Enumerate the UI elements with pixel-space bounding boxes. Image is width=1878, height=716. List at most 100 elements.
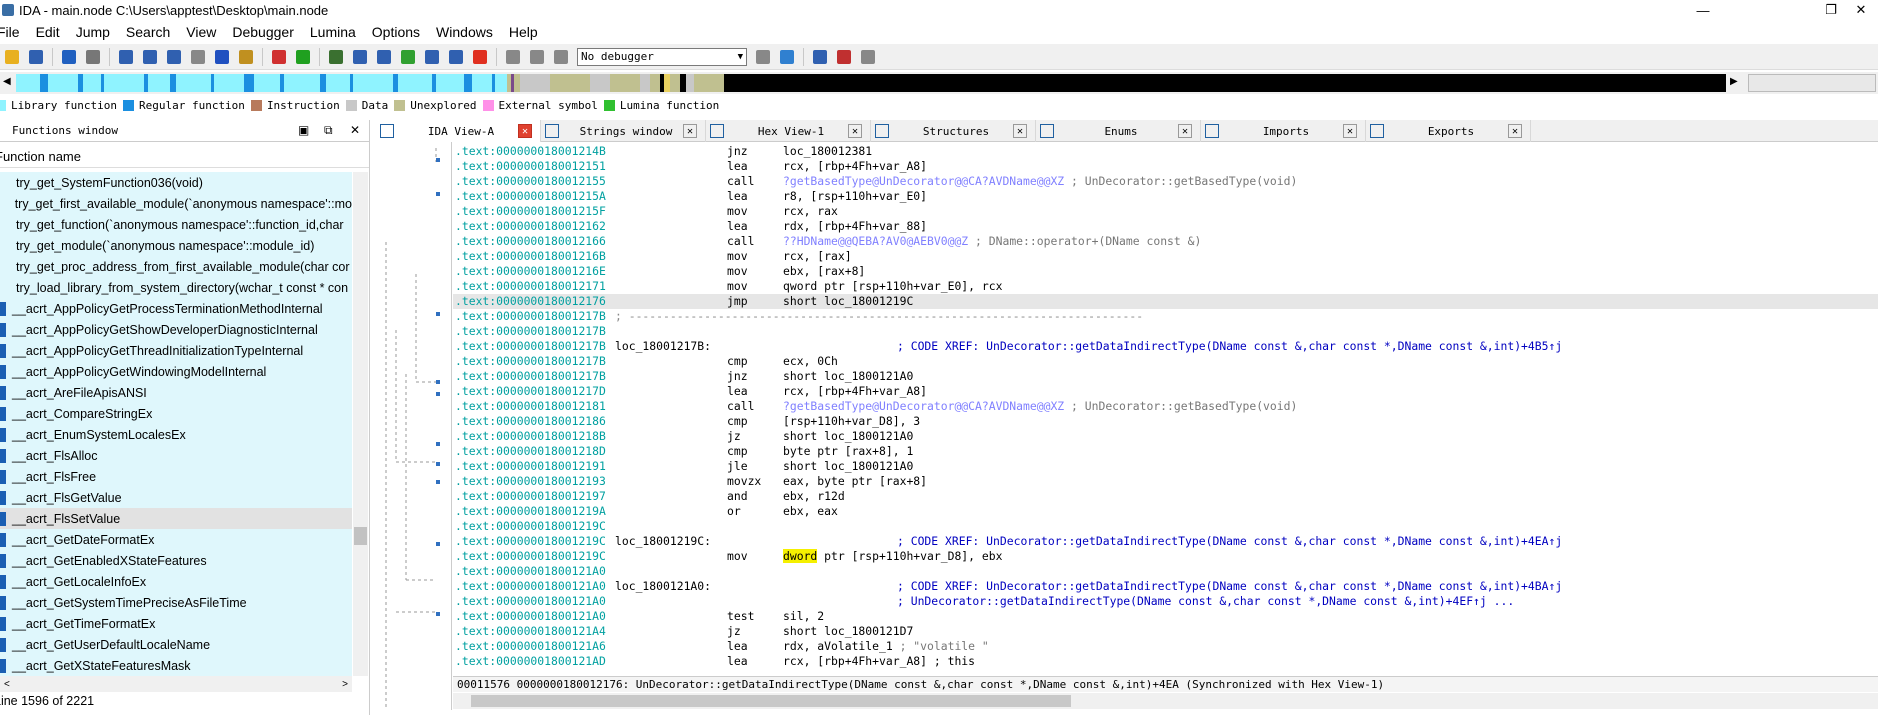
disasm-line[interactable]: .text:000000018001216B mov rcx, [rax] xyxy=(453,249,1878,264)
disasm-line[interactable]: .text:000000018001217D lea rcx, [rbp+4Fh+v… xyxy=(453,384,1878,399)
tab-close-icon[interactable]: ✕ xyxy=(1013,124,1027,138)
disasm-line[interactable]: .text:0000000180012191 jle short loc_18001… xyxy=(453,459,1878,474)
disasm-line[interactable]: .text:0000000180012162 lea rdx, [rbp+4Fh+v… xyxy=(453,219,1878,234)
stop2-icon[interactable] xyxy=(551,47,571,67)
functions-vscrollbar[interactable] xyxy=(353,172,368,676)
tracing-icon[interactable] xyxy=(834,47,854,67)
save-icon[interactable] xyxy=(26,47,46,67)
text-search-icon[interactable] xyxy=(140,47,160,67)
function-row[interactable]: try_get_proc_address_from_first_availabl… xyxy=(0,256,352,277)
disasm-line[interactable]: .text:000000018001219C xyxy=(453,519,1878,534)
function-row[interactable]: __acrt_CompareStringEx xyxy=(0,403,352,424)
disasm-line[interactable]: .text:0000000180012171 mov qword ptr [rsp+… xyxy=(453,279,1878,294)
disasm-line[interactable]: .text:0000000180012166 call ??HDName@@QEBA… xyxy=(453,234,1878,249)
disasm-line[interactable]: .text:000000018001217B ; ----------------… xyxy=(453,309,1878,324)
menu-help[interactable]: Help xyxy=(501,24,546,40)
edit-icon[interactable] xyxy=(236,47,256,67)
function-row[interactable]: __acrt_GetXStateFeaturesMask xyxy=(0,655,352,676)
function-row[interactable]: __acrt_AppPolicyGetShowDeveloperDiagnost… xyxy=(0,319,352,340)
disasm-line[interactable]: .text:0000000180012186 cmp [rsp+110h+var_D… xyxy=(453,414,1878,429)
menu-search[interactable]: Search xyxy=(118,24,178,40)
debugger-select[interactable]: No debugger ▼ xyxy=(577,47,747,66)
cross-icon[interactable] xyxy=(470,47,490,67)
disasm-line[interactable]: .text:00000001800121A0 ; UnDecorator::get… xyxy=(453,594,1878,609)
disasm-line[interactable]: .text:00000001800121A0 test sil, 2 xyxy=(453,609,1878,624)
function-row[interactable]: __acrt_FlsGetValue xyxy=(0,487,352,508)
functions-hscrollbar[interactable]: < > xyxy=(0,676,352,692)
disassembly-hscrollbar[interactable] xyxy=(453,693,1878,709)
disasm-line[interactable]: .text:0000000180012151 lea rcx, [rbp+4Fh+v… xyxy=(453,159,1878,174)
scroll-left-icon[interactable]: < xyxy=(4,679,10,690)
menu-jump[interactable]: Jump xyxy=(68,24,118,40)
disasm-line[interactable]: .text:000000018001215A lea r8, [rsp+110h+v… xyxy=(453,189,1878,204)
disasm-line[interactable]: .text:000000018001216E mov ebx, [rax+8] xyxy=(453,264,1878,279)
disasm-line[interactable]: .text:000000018001215F mov rcx, rax xyxy=(453,204,1878,219)
disasm-line[interactable]: .text:000000018001217B xyxy=(453,324,1878,339)
search-icon[interactable] xyxy=(164,47,184,67)
disasm-line[interactable]: .text:0000000180012197 and ebx, r12d xyxy=(453,489,1878,504)
tab-structures[interactable]: Structures ✕ xyxy=(871,120,1036,142)
minimize-button[interactable]: — xyxy=(1680,0,1726,20)
function-row[interactable]: try_get_SystemFunction036(void) xyxy=(0,172,352,193)
tree-icon[interactable] xyxy=(422,47,442,67)
pane-float-icon[interactable]: ⧉ xyxy=(324,123,333,138)
binary-search-icon[interactable] xyxy=(116,47,136,67)
disasm-line[interactable]: .text:00000001800121A0 xyxy=(453,564,1878,579)
function-row[interactable]: __acrt_FlsFree xyxy=(0,466,352,487)
navband-scroller[interactable] xyxy=(1748,74,1876,92)
function-row[interactable]: __acrt_GetUserDefaultLocaleName xyxy=(0,634,352,655)
menu-windows[interactable]: Windows xyxy=(428,24,501,40)
run-green-icon[interactable] xyxy=(293,47,313,67)
tab-exports[interactable]: Exports ✕ xyxy=(1366,120,1531,142)
function-row[interactable]: __acrt_GetDateFormatEx xyxy=(0,529,352,550)
menu-lumina[interactable]: Lumina xyxy=(302,24,364,40)
graph-icon[interactable] xyxy=(326,47,346,67)
function-row[interactable]: __acrt_AppPolicyGetWindowingModelInterna… xyxy=(0,361,352,382)
disasm-line[interactable]: .text:0000000180012176 jmp short loc_18001… xyxy=(453,294,1878,309)
tab-close-icon[interactable]: ✕ xyxy=(1508,124,1522,138)
disasm-line[interactable]: .text:000000018001219C mov dword ptr [rsp+… xyxy=(453,549,1878,564)
struct-icon[interactable] xyxy=(374,47,394,67)
down-arrow-icon[interactable] xyxy=(212,47,232,67)
disasm-line[interactable]: .text:000000018001217B jnz short loc_18001… xyxy=(453,369,1878,384)
function-row[interactable]: __acrt_AreFileApisANSI xyxy=(0,382,352,403)
function-row[interactable]: try_get_function(`anonymous namespace'::… xyxy=(0,214,352,235)
pause-icon[interactable] xyxy=(527,47,547,67)
tab-close-icon[interactable]: ✕ xyxy=(1343,124,1357,138)
chevron-down-icon[interactable]: ▼ xyxy=(738,52,743,62)
menu-options[interactable]: Options xyxy=(364,24,428,40)
tab-close-icon[interactable]: ✕ xyxy=(1178,124,1192,138)
disasm-line[interactable]: .text:000000018001218B jz short loc_180012… xyxy=(453,429,1878,444)
tab-close-icon[interactable]: ✕ xyxy=(518,124,532,138)
function-row[interactable]: __acrt_FlsSetValue xyxy=(0,508,352,529)
vscroll-thumb[interactable] xyxy=(354,527,367,545)
scroll-right-icon[interactable]: > xyxy=(342,679,348,690)
clear-icon[interactable] xyxy=(858,47,878,67)
nav-right-arrow-icon[interactable]: ▶ xyxy=(1730,76,1738,87)
function-row[interactable]: __acrt_GetSystemTimePreciseAsFileTime xyxy=(0,592,352,613)
disasm-line[interactable]: .text:0000000180012181 call ?getBasedType@… xyxy=(453,399,1878,414)
forward-icon[interactable] xyxy=(83,47,103,67)
function-row[interactable]: __acrt_GetEnabledXStateFeatures xyxy=(0,550,352,571)
tab-hex-view-1[interactable]: Hex View-1 ✕ xyxy=(706,120,871,142)
func-icon[interactable] xyxy=(398,47,418,67)
graph2-icon[interactable] xyxy=(350,47,370,67)
function-row[interactable]: try_load_library_from_system_directory(w… xyxy=(0,277,352,298)
pane-close-icon[interactable]: ✕ xyxy=(350,123,360,137)
stop-icon[interactable] xyxy=(269,47,289,67)
breakpoints-icon[interactable] xyxy=(810,47,830,67)
open-icon[interactable] xyxy=(2,47,22,67)
menu-file[interactable]: File xyxy=(0,24,28,40)
menu-edit[interactable]: Edit xyxy=(28,24,68,40)
tab-close-icon[interactable]: ✕ xyxy=(683,124,697,138)
play-icon[interactable] xyxy=(503,47,523,67)
disasm-line[interactable]: .text:000000018001214B jnz loc_180012381 xyxy=(453,144,1878,159)
disasm-line[interactable]: .text:000000018001218D cmp byte ptr [rax+8… xyxy=(453,444,1878,459)
disasm-line[interactable]: .text:000000018001217B cmp ecx, 0Ch xyxy=(453,354,1878,369)
close-window-button[interactable]: ✕ xyxy=(1844,0,1878,20)
disasm-line[interactable]: .text:000000018001219C loc_18001219C: ; CO… xyxy=(453,534,1878,549)
function-row[interactable]: __acrt_AppPolicyGetThreadInitializationT… xyxy=(0,340,352,361)
function-row[interactable]: __acrt_GetTimeFormatEx xyxy=(0,613,352,634)
nav-left-arrow-icon[interactable]: ◀ xyxy=(3,76,11,87)
patch-icon[interactable] xyxy=(446,47,466,67)
